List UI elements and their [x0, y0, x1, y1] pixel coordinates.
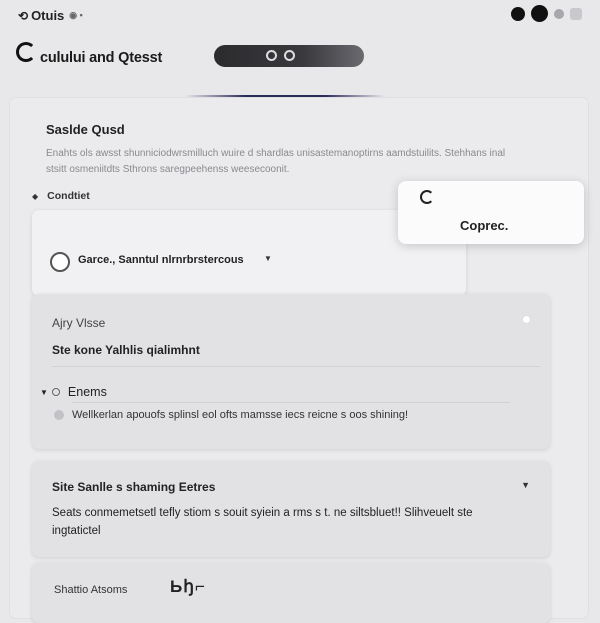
- footer-glyphs: Ьꜧ⌐: [170, 577, 206, 596]
- info-card: Site Sanlle s shaming Eetres ▼ Seats con…: [32, 461, 550, 557]
- top-status-bar: ⟲ Otuis ◉ •: [0, 0, 600, 32]
- app-title: culului and Qtesst: [40, 50, 163, 66]
- option-label: Enems: [67, 385, 107, 399]
- info-heading: Site Sanlle s shaming Eetres: [52, 480, 216, 494]
- brand[interactable]: ⟲ Otuis ◉ •: [18, 8, 83, 23]
- popover-button[interactable]: Coprec.: [460, 218, 508, 233]
- field-value[interactable]: Ste kone Yalhlis qialimhnt: [52, 343, 200, 357]
- status-dot-icon[interactable]: [554, 8, 564, 19]
- chevron-down-icon[interactable]: ▼: [264, 254, 272, 263]
- circle-icon: [50, 252, 70, 272]
- field-label: Ajry Vlsse: [52, 316, 106, 330]
- divider: [72, 402, 510, 403]
- chevron-down-icon: ◆: [32, 191, 39, 201]
- status-dot-icon[interactable]: [523, 316, 530, 323]
- refresh-icon: ⟲: [18, 8, 29, 23]
- brand-label: Otuis: [31, 8, 65, 23]
- selection-text[interactable]: Garce., Sanntul nlrnrbrstercous: [78, 254, 244, 266]
- chevron-down-icon[interactable]: ▼: [521, 480, 530, 490]
- condition-label: Condtiet: [47, 190, 90, 202]
- brand-suffix: ◉ •: [69, 10, 83, 20]
- footer-label: Shattio Atsoms: [54, 584, 128, 596]
- option-row[interactable]: ▼ Enems: [40, 385, 107, 399]
- system-tray: [511, 5, 582, 22]
- refresh-icon[interactable]: [420, 190, 434, 204]
- section-title: Saslde Qusd: [46, 122, 125, 137]
- popover: Coprec.: [398, 181, 584, 244]
- radio-icon[interactable]: [51, 388, 60, 396]
- section-description: Enahts ols awsst shunniciodwrsmilluch wu…: [46, 148, 506, 175]
- footer-card: Shattio Atsoms Ьꜧ⌐: [32, 563, 550, 623]
- apple-icon[interactable]: [511, 6, 525, 21]
- ring-icon[interactable]: [16, 42, 36, 62]
- info-body: Seats conmemetsetl tefly stiom s souit s…: [52, 507, 473, 537]
- bullet-icon: [54, 410, 64, 420]
- chevron-down-icon: ▼: [40, 387, 48, 397]
- window-icon[interactable]: [570, 7, 582, 20]
- message-text: Wellkerlan apouofs splinsl eol ofts mams…: [72, 409, 409, 421]
- header-divider: [185, 95, 385, 97]
- search-icon[interactable]: [266, 50, 277, 61]
- settings-icon[interactable]: [284, 50, 295, 61]
- moon-icon[interactable]: [531, 5, 548, 22]
- search-bar[interactable]: [214, 45, 364, 67]
- condition-toggle[interactable]: ◆ Condtiet: [32, 190, 90, 202]
- message-row: Wellkerlan apouofs splinsl eol ofts mams…: [54, 409, 408, 421]
- divider: [52, 366, 540, 367]
- settings-card: Ajry Vlsse Ste kone Yalhlis qialimhnt ▼ …: [32, 294, 550, 449]
